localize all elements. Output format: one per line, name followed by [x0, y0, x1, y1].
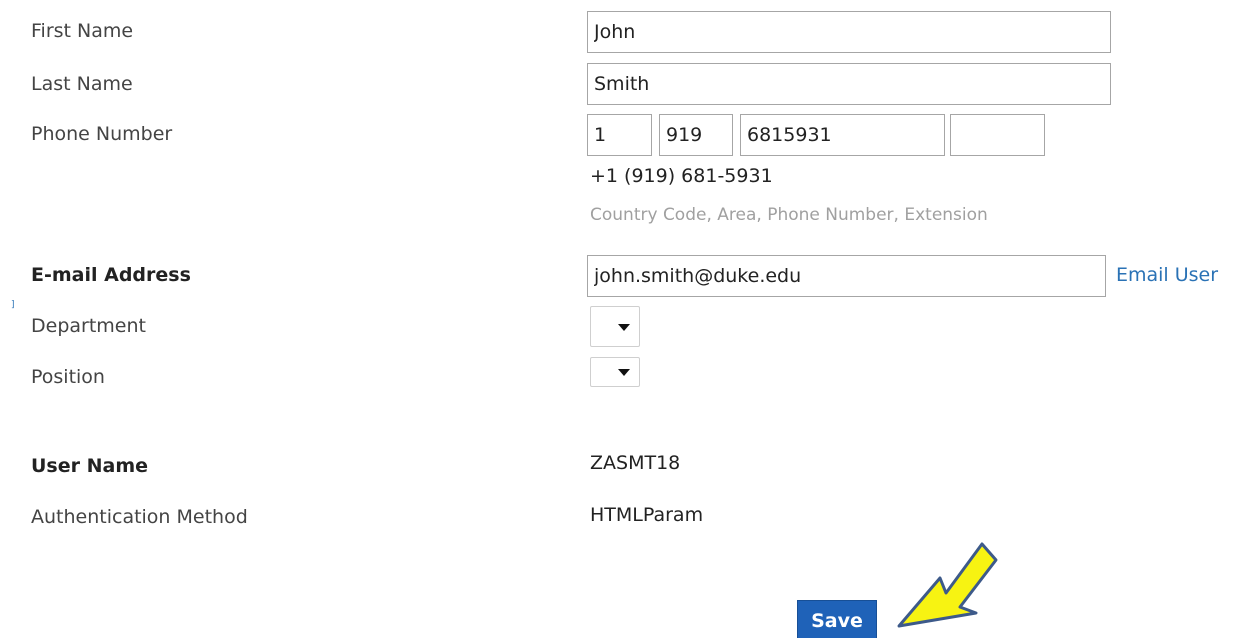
phone-format-hint: Country Code, Area, Phone Number, Extens…	[590, 205, 988, 225]
phone-country-code-input[interactable]	[587, 114, 652, 156]
email-address-label: E-mail Address	[31, 264, 191, 286]
caret-down-icon	[618, 369, 630, 376]
last-name-input[interactable]	[587, 63, 1111, 105]
first-name-label: First Name	[31, 20, 134, 42]
phone-number-input[interactable]	[740, 114, 945, 156]
phone-formatted-text: +1 (919) 681-5931	[590, 165, 773, 187]
callout-arrow-icon	[897, 542, 998, 628]
email-address-input[interactable]	[587, 255, 1106, 297]
user-name-value: ZASMT18	[590, 452, 681, 474]
phone-number-label: Phone Number	[31, 123, 173, 145]
user-name-label: User Name	[31, 455, 149, 477]
position-select[interactable]	[590, 357, 640, 387]
email-user-link[interactable]: Email User	[1116, 264, 1218, 286]
left-edge-marker: ]	[11, 300, 15, 310]
department-select[interactable]	[590, 306, 640, 347]
caret-down-icon	[618, 324, 630, 331]
first-name-input[interactable]	[587, 11, 1111, 53]
position-label: Position	[31, 366, 105, 388]
department-label: Department	[31, 315, 146, 337]
authentication-method-value: HTMLParam	[590, 504, 704, 526]
last-name-label: Last Name	[31, 73, 133, 95]
phone-extension-input[interactable]	[950, 114, 1045, 156]
authentication-method-label: Authentication Method	[31, 506, 248, 528]
phone-area-code-input[interactable]	[659, 114, 733, 156]
save-button[interactable]: Save	[797, 600, 877, 638]
